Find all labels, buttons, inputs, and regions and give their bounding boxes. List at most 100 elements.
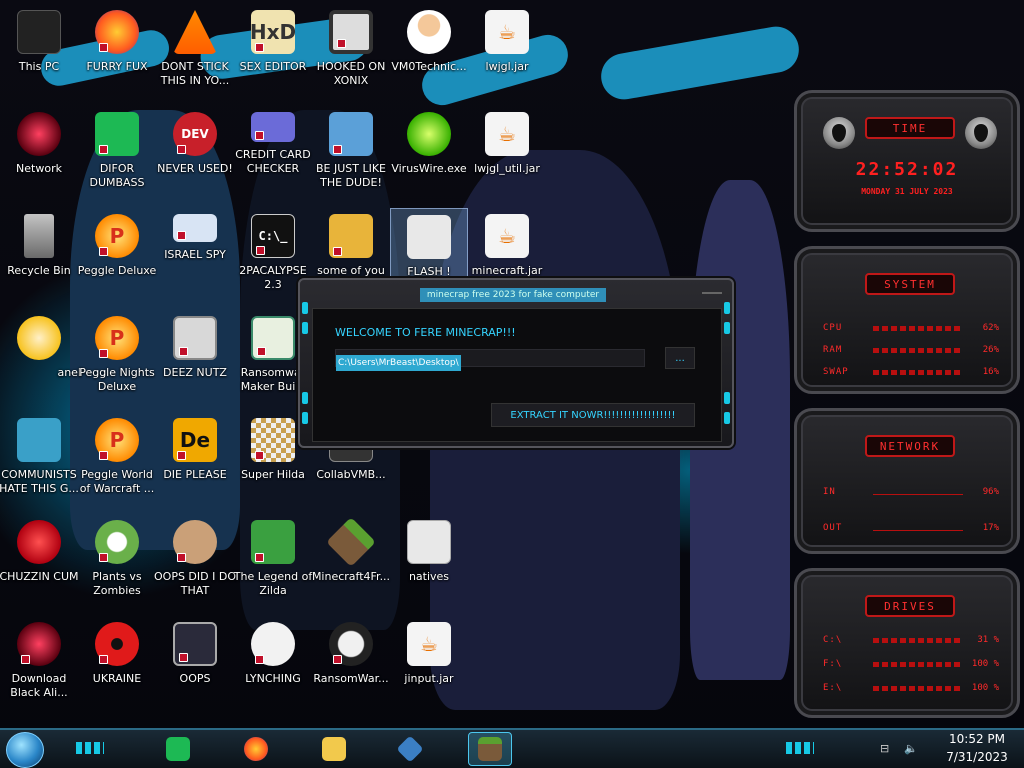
desktop-icon-lwjgl-jar[interactable]: ☕ lwjgl.jar — [468, 4, 546, 100]
desktop-icon-control-panel[interactable]: anel — [0, 310, 81, 406]
taskbar-decoration — [76, 742, 104, 754]
desktop-icon-peggle-nights[interactable]: P Peggle Nights Deluxe — [78, 310, 156, 406]
desktop-icon-natives[interactable]: natives — [390, 514, 468, 610]
desktop-icon-credit-card-checker[interactable]: CREDIT CARD CHECKER — [234, 106, 312, 202]
network-tray-icon[interactable]: ⊟ — [880, 742, 894, 756]
director-logo-icon: De — [173, 418, 217, 462]
app-window-icon — [251, 316, 295, 360]
taskbar-app-virtualbox[interactable] — [388, 732, 432, 766]
star-butterfly-icon — [17, 316, 61, 360]
cpu-bar — [873, 325, 963, 331]
remote-desktop-icon — [173, 214, 217, 242]
spotify-chat-icon — [95, 112, 139, 156]
cartoon-dog-icon — [329, 214, 373, 258]
drives-widget: DRIVES C:\ 31 % F:\ 100 % E:\ 100 % — [794, 568, 1020, 718]
swap-bar — [873, 369, 963, 375]
ram-bar — [873, 347, 963, 353]
desktop-icon-plants-vs-zombies[interactable]: Plants vs Zombies — [78, 514, 156, 610]
desktop-icon-jinput-jar[interactable]: ☕ jinput.jar — [390, 616, 468, 712]
desktop-icon-oops[interactable]: OOPS — [156, 616, 234, 712]
system-widgets: TIME 22:52:02 MONDAY 31 JULY 2023 SYSTEM… — [794, 90, 1020, 722]
desktop-icon-sex-editor[interactable]: HxD SEX EDITOR — [234, 4, 312, 100]
dialog-led — [302, 302, 308, 314]
desktop-icon-recycle-bin[interactable]: Recycle Bin — [0, 208, 78, 304]
browse-button[interactable]: ... — [665, 347, 695, 369]
dialog-led — [302, 322, 308, 334]
desktop-icon-download-black-alien[interactable]: Download Black Ali... — [0, 616, 78, 712]
desktop-icon-peggle-world-of-warcraft[interactable]: P Peggle World of Warcraft ... — [78, 412, 156, 508]
taskbar-app-firefox[interactable] — [234, 732, 278, 766]
flower-icon — [95, 520, 139, 564]
drive-f-bar — [873, 661, 963, 667]
start-button[interactable] — [6, 732, 44, 768]
drive-e-row: E:\ 100 % — [823, 683, 999, 693]
desktop-icon-difor-dumbass[interactable]: DIFOR DUMBASS — [78, 106, 156, 202]
stacked-windows-icon — [173, 316, 217, 360]
taskbar-clock[interactable]: 10:52 PM 7/31/2023 — [934, 730, 1020, 768]
dialog-close-control[interactable] — [702, 284, 722, 294]
game-character-icon — [17, 418, 61, 462]
desktop-icon-this-pc[interactable]: This PC — [0, 4, 78, 100]
desktop-icon-lwjgl-util-jar[interactable]: ☕ lwjgl_util.jar — [468, 106, 546, 202]
drive-f-row: F:\ 100 % — [823, 659, 999, 669]
desktop-icon-viruswire[interactable]: VirusWire.exe — [390, 106, 468, 202]
dialog-led — [724, 412, 730, 424]
desktop-icon-communists[interactable]: COMMUNISTS HATE THIS G... — [0, 412, 79, 508]
desktop-icon-deez-nutz[interactable]: DEEZ NUTZ — [156, 310, 234, 406]
desktop-icon-oops-did-i-do-that[interactable]: OOPS DID I DO THAT — [154, 514, 236, 610]
desktop-icon-lynching[interactable]: LYNCHING — [234, 616, 312, 712]
welcome-heading: WELCOME TO FERE MINECRAP!!! — [335, 326, 516, 339]
chuzzle-icon — [17, 520, 61, 564]
system-widget-header: SYSTEM — [865, 273, 955, 295]
alien-head-icon — [823, 117, 855, 149]
desktop-icon-legend-of-zilda[interactable]: The Legend of Zilda — [234, 514, 312, 610]
virtualbox-icon — [396, 735, 424, 763]
desktop-icon-peggle-deluxe[interactable]: P Peggle Deluxe — [78, 208, 156, 304]
desktop-icon-never-used[interactable]: DEV NEVER USED! — [156, 106, 234, 202]
doctor-avatar-icon — [407, 10, 451, 54]
peggle-icon: P — [95, 214, 139, 258]
volume-tray-icon[interactable]: 🔈 — [904, 742, 918, 756]
taskbar-app-minecraft[interactable] — [468, 732, 512, 766]
drive-e-bar — [873, 685, 963, 691]
taskbar-app-spotify[interactable] — [156, 732, 200, 766]
network-in-row: IN 96% — [823, 487, 999, 497]
taskbar-app-file-explorer[interactable] — [312, 732, 356, 766]
desktop-icon-chuzzin-cum[interactable]: CHUZZIN CUM — [0, 514, 79, 610]
time-widget-clock: 22:52:02 — [855, 159, 959, 180]
vlc-cone-icon — [173, 10, 217, 54]
limewire-icon — [407, 112, 451, 156]
grass-block-icon — [326, 517, 376, 567]
java-jar-icon: ☕ — [485, 214, 529, 258]
desktop-icon-ukraine[interactable]: UKRAINE — [78, 616, 156, 712]
java-jar-icon: ☕ — [485, 112, 529, 156]
desktop-icon-israel-spy[interactable]: ISRAEL SPY — [156, 208, 234, 304]
extract-button[interactable]: EXTRACT IT NOWR!!!!!!!!!!!!!!!!!! — [491, 403, 695, 427]
desktop-icon-dont-stick[interactable]: DONT STICK THIS IN YO... — [156, 4, 234, 100]
clock-date: 7/31/2023 — [946, 750, 1008, 764]
extract-path-input[interactable]: C:\Users\MrBeast\Desktop\ — [335, 349, 645, 371]
desktop-icon-minecraft4fr[interactable]: Minecraft4Fr... — [312, 514, 390, 610]
swap-row: SWAP 16% — [823, 367, 999, 377]
peggle-icon: P — [95, 418, 139, 462]
file-explorer-icon — [322, 737, 346, 761]
radiation-icon — [95, 622, 139, 666]
alien-orb-icon — [17, 622, 61, 666]
dialog-title: minecrap free 2023 for fake computer — [420, 288, 606, 302]
dev-cpp-icon: DEV — [173, 112, 217, 156]
desktop-icon-vm0technic[interactable]: VM0Technic... — [390, 4, 468, 100]
desktop-icon-network[interactable]: Network — [0, 106, 78, 202]
minecraft-icon — [478, 737, 502, 761]
network-out-row: OUT 17% — [823, 523, 999, 533]
desktop-icon-be-just-like-the-dude[interactable]: BE JUST LIKE THE DUDE! — [312, 106, 390, 202]
drives-widget-header: DRIVES — [865, 595, 955, 617]
desktop-icon-furry-fux[interactable]: FURRY FUX — [78, 4, 156, 100]
dialog-led — [724, 302, 730, 314]
network-in-graph — [873, 490, 963, 495]
desktop-icon-ransomwar[interactable]: RansomWar... — [312, 616, 390, 712]
time-widget: TIME 22:52:02 MONDAY 31 JULY 2023 — [794, 90, 1020, 232]
desktop-icon-hooked-on-xonix[interactable]: HOOKED ON XONIX — [312, 4, 390, 100]
desktop-icon-die-please[interactable]: De DIE PLEASE — [156, 412, 234, 508]
network-widget: NETWORK IN 96% OUT 17% — [794, 408, 1020, 554]
santa-face-icon — [329, 112, 373, 156]
